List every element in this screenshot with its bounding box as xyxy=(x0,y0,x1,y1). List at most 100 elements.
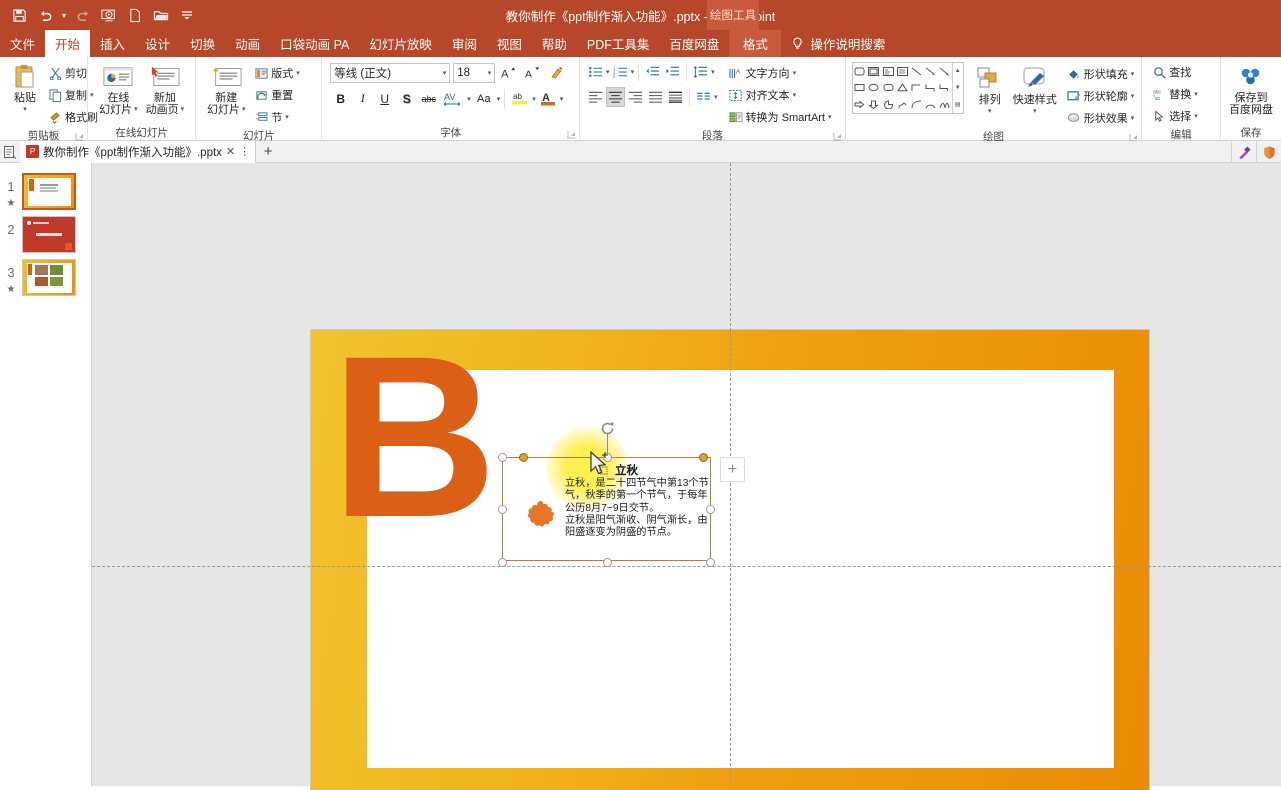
decrease-indent-button[interactable] xyxy=(643,62,662,82)
tab-baidu-netdisk[interactable]: 百度网盘 xyxy=(659,30,729,57)
text-highlight-caret-icon[interactable]: ▾ xyxy=(532,95,536,103)
tab-pdf-tools[interactable]: PDF工具集 xyxy=(577,30,660,57)
shapes-more-icon[interactable]: ▤ xyxy=(953,96,963,113)
layout-button[interactable]: 版式 ▾ xyxy=(252,62,303,84)
shape-down-arrow[interactable] xyxy=(867,96,881,113)
shape-triangle[interactable] xyxy=(895,80,909,97)
tab-pocket-animation[interactable]: 口袋动画 PA xyxy=(270,30,359,57)
shape-rectangle[interactable] xyxy=(853,80,867,97)
shape-arc-2[interactable] xyxy=(938,96,952,113)
shapes-scroll-down-icon[interactable]: ▼ xyxy=(953,80,963,97)
shadow-button[interactable]: S xyxy=(396,88,417,109)
resize-handle-bl[interactable] xyxy=(498,558,507,567)
shape-elbow-connector-2[interactable] xyxy=(923,80,937,97)
resize-handle-adjust-right[interactable] xyxy=(699,453,708,462)
decrease-font-size-button[interactable]: A xyxy=(522,62,543,83)
tab-animations[interactable]: 动画 xyxy=(225,30,270,57)
font-size-caret-icon[interactable]: ▾ xyxy=(488,69,492,77)
shape-fill-button[interactable]: 形状填充 ▾ xyxy=(1064,63,1138,85)
horizontal-guide[interactable] xyxy=(92,566,1281,567)
shape-oval[interactable] xyxy=(867,80,881,97)
character-spacing-button[interactable]: AV xyxy=(440,88,466,109)
line-spacing-caret-icon[interactable]: ▾ xyxy=(711,68,715,76)
tab-home[interactable]: 开始 xyxy=(45,30,91,57)
italic-button[interactable]: I xyxy=(352,88,373,109)
arrange-button[interactable]: 排列 ▾ xyxy=(970,62,1010,120)
resize-handle-bc[interactable] xyxy=(603,558,612,567)
shape-rounded-rect[interactable] xyxy=(853,63,867,80)
align-center-button[interactable] xyxy=(606,87,626,107)
bold-button[interactable]: B xyxy=(330,88,351,109)
resize-handle-ml[interactable] xyxy=(498,505,507,514)
tell-me-box[interactable]: 操作说明搜索 xyxy=(781,30,885,57)
resize-handle-tl[interactable] xyxy=(498,453,507,462)
columns-caret-icon[interactable]: ▾ xyxy=(714,93,718,101)
change-case-caret-icon[interactable]: ▾ xyxy=(497,95,501,103)
rotate-icon[interactable] xyxy=(599,420,616,437)
shape-elbow-arrow[interactable] xyxy=(938,80,952,97)
paste-caret-icon[interactable]: ▾ xyxy=(23,104,27,116)
numbering-caret-icon[interactable]: ▾ xyxy=(631,68,635,76)
font-size-combobox[interactable]: 18 ▾ xyxy=(453,62,496,83)
shape-outline-caret-icon[interactable]: ▾ xyxy=(1131,92,1135,100)
new-slide-button[interactable]: 新建 幻灯片 ▾ xyxy=(200,60,252,118)
character-spacing-caret-icon[interactable]: ▾ xyxy=(467,95,471,103)
thumbnail-item-1[interactable]: 1 ★ xyxy=(0,173,92,210)
replace-button[interactable]: abc ac 替换 ▾ xyxy=(1150,83,1201,105)
numbering-button[interactable]: 123 xyxy=(611,62,630,82)
increase-indent-button[interactable] xyxy=(663,62,682,82)
clear-formatting-button[interactable] xyxy=(546,62,567,83)
redo-icon[interactable] xyxy=(70,3,96,27)
shape-fill-caret-icon[interactable]: ▾ xyxy=(1131,70,1135,78)
increase-font-size-button[interactable]: A xyxy=(498,62,519,83)
thumbnail-2[interactable] xyxy=(22,216,76,253)
tab-design[interactable]: 设计 xyxy=(135,30,180,57)
shape-line[interactable] xyxy=(909,63,923,80)
columns-button[interactable] xyxy=(694,87,713,107)
shape-right-arrow[interactable] xyxy=(853,96,867,113)
shape-effects-caret-icon[interactable]: ▾ xyxy=(1131,114,1135,122)
undo-dropdown-icon[interactable]: ▾ xyxy=(58,3,70,27)
resize-handle-adjust-left[interactable] xyxy=(519,453,528,462)
shape-freeform[interactable] xyxy=(895,96,909,113)
change-case-button[interactable]: Aa xyxy=(472,88,496,109)
document-tab[interactable]: P 教你制作《ppt制作渐入功能》.pptx ✕ ⋮ xyxy=(20,140,257,163)
new-slide-caret-icon[interactable]: ▾ xyxy=(242,104,246,116)
online-slide-button[interactable]: 在线 幻灯片 ▾ xyxy=(96,60,141,118)
shape-effects-button[interactable]: 形状效果 ▾ xyxy=(1064,107,1138,129)
layout-caret-icon[interactable]: ▾ xyxy=(296,69,300,77)
resize-handle-mr[interactable] xyxy=(706,505,715,514)
resize-handle-br[interactable] xyxy=(706,558,715,567)
tab-file[interactable]: 文件 xyxy=(0,30,45,57)
shape-arrow-diagonal[interactable] xyxy=(938,63,952,80)
replace-caret-icon[interactable]: ▾ xyxy=(1194,90,1198,98)
text-direction-button[interactable]: A 文字方向 ▾ xyxy=(726,62,835,84)
font-name-caret-icon[interactable]: ▾ xyxy=(443,69,447,77)
shape-outline-button[interactable]: 形状轮廓 ▾ xyxy=(1064,85,1138,107)
font-color-button[interactable]: A xyxy=(537,88,559,109)
shape-round-rect[interactable] xyxy=(881,80,895,97)
shape-pie[interactable] xyxy=(881,96,895,113)
start-presentation-icon[interactable] xyxy=(96,3,122,27)
bullets-button[interactable] xyxy=(586,62,605,82)
magic-wand-icon[interactable] xyxy=(1231,141,1256,163)
tab-view[interactable]: 视图 xyxy=(487,30,532,57)
arrange-caret-icon[interactable]: ▾ xyxy=(988,106,992,118)
quick-styles-caret-icon[interactable]: ▾ xyxy=(1033,106,1037,118)
open-icon[interactable] xyxy=(148,3,174,27)
slide-thumbnail-pane[interactable]: 1 ★ 2 3 ★ xyxy=(0,163,92,786)
design-ideas-button[interactable]: + xyxy=(720,457,745,482)
tab-transitions[interactable]: 切换 xyxy=(180,30,225,57)
thumbnail-item-2[interactable]: 2 xyxy=(0,216,92,253)
section-caret-icon[interactable]: ▾ xyxy=(285,113,289,121)
new-animation-page-button[interactable]: 新加 动画页 ▾ xyxy=(143,60,188,118)
bullets-caret-icon[interactable]: ▾ xyxy=(606,68,610,76)
shape-textbox[interactable] xyxy=(881,63,895,80)
slide-canvas[interactable]: B 立秋 立秋，是二十四节气中第13个节气，秋季的第一个节气，于每年公历8月7~… xyxy=(92,163,1281,790)
tab-format[interactable]: 格式 xyxy=(729,30,782,57)
align-left-button[interactable] xyxy=(586,87,605,107)
save-icon[interactable] xyxy=(6,3,32,27)
quick-styles-button[interactable]: 快速样式 ▾ xyxy=(1010,62,1060,120)
section-button[interactable]: 节 ▾ xyxy=(252,106,303,128)
shape-elbow-connector[interactable] xyxy=(909,80,923,97)
